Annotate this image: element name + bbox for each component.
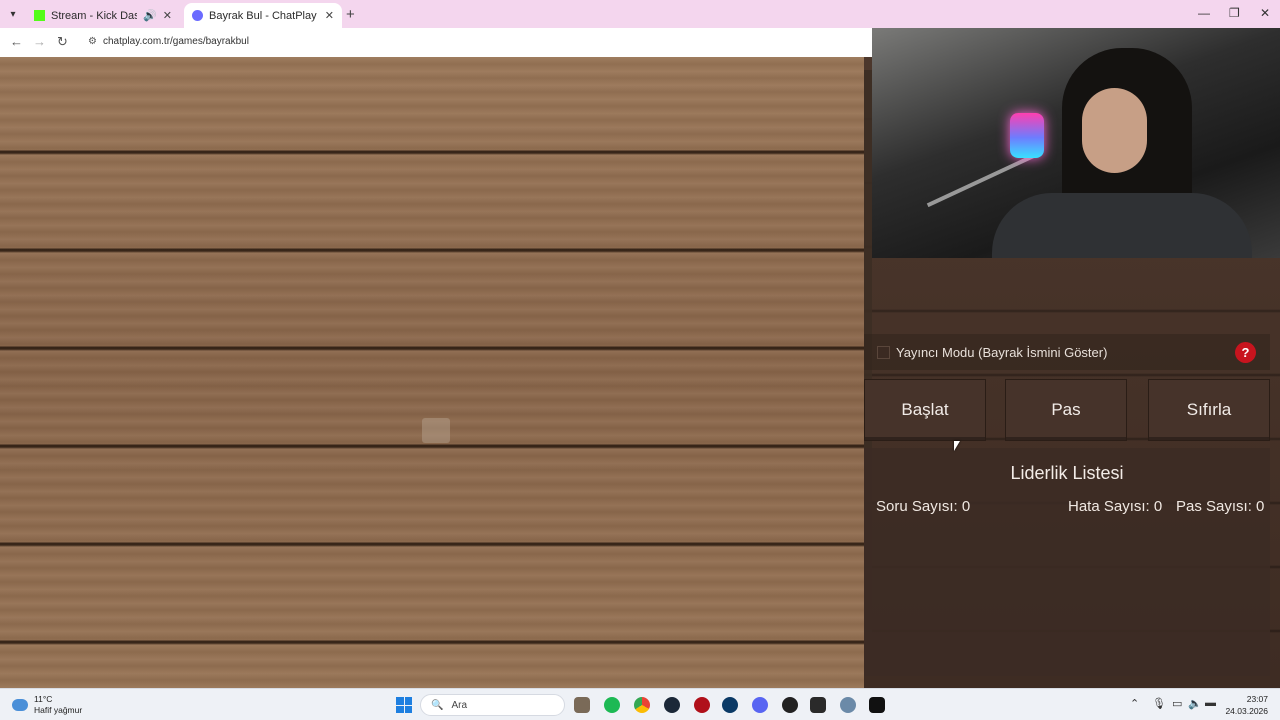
forward-icon[interactable]: → [33,34,46,49]
streamer-mode-checkbox[interactable] [877,345,890,359]
tab-bayrak-bul[interactable]: Bayrak Bul - ChatPlay ✕ [184,3,342,28]
weather-widget[interactable]: 11°C Hafif yağmur [12,694,82,716]
start-button[interactable]: Başlat [864,379,986,441]
game-area [0,57,872,688]
settings-icon[interactable] [840,697,856,713]
cloud-rain-icon [12,699,28,711]
network-icon[interactable]: ▭ [1172,697,1182,710]
windows-start-icon[interactable] [396,697,412,713]
new-tab-icon[interactable]: + [346,6,355,23]
tray-chevron-icon[interactable]: ⌃ [1130,697,1139,710]
app-c-icon[interactable] [722,697,738,713]
url-text: chatplay.com.tr/games/bayrakbul [102,36,249,47]
pass-button[interactable]: Pas [1005,379,1127,441]
speaker-icon[interactable]: 🔊 [143,9,157,22]
taskbar: 11°C Hafif yağmur 🔍 Ara ⌃ 🎙 ▭ 🔈 ▬ 23:07 … [0,688,1280,720]
tab-kick-dashboard[interactable]: Stream - Kick Dashboard 🔊 ✕ [26,3,180,28]
browser-tab-strip: ▾ Stream - Kick Dashboard 🔊 ✕ Bayrak Bul… [0,0,1280,28]
tab-search-chevron-icon[interactable]: ▾ [4,5,22,23]
minimize-icon[interactable]: — [1198,6,1210,20]
tab-title: Stream - Kick Dashboard [51,9,138,22]
spotify-icon[interactable] [604,697,620,713]
mic-arm [926,152,1038,208]
browser-toolbar: ← → ↻ ⚙ chatplay.com.tr/games/bayrakbul [0,28,872,57]
taskbar-search[interactable]: 🔍 Ara [420,694,565,716]
streamer-face [1082,88,1147,173]
close-tab-icon[interactable]: ✕ [325,9,334,22]
app-terminal-icon[interactable] [869,697,885,713]
webcam-overlay [872,28,1280,258]
error-count: Hata Sayısı: 0 [1068,498,1163,515]
file-explorer-icon[interactable] [574,697,590,713]
mic-tray-icon[interactable]: 🎙 [1152,697,1166,710]
clock[interactable]: 23:07 24.03.2026 [1225,693,1268,717]
chatplay-favicon-icon [192,10,203,21]
kick-favicon-icon [34,10,45,21]
help-button[interactable]: ? [1235,342,1256,363]
site-settings-icon[interactable]: ⚙ [88,36,97,47]
streamer-mode-label: Yayıncı Modu (Bayrak İsmini Göster) [896,344,1108,360]
weather-desc: Hafif yağmur [34,705,83,715]
streamer-body [992,193,1252,258]
reset-button[interactable]: Sıfırla [1148,379,1270,441]
close-tab-icon[interactable]: ✕ [163,9,172,22]
reload-icon[interactable]: ↻ [57,34,68,50]
epic-games-icon[interactable] [810,697,826,713]
address-bar[interactable]: ⚙ chatplay.com.tr/games/bayrakbul [88,36,249,47]
flag-placeholder [422,418,450,443]
pass-count: Pas Sayısı: 0 [1176,498,1265,515]
tab-title: Bayrak Bul - ChatPlay [209,9,317,22]
steam-icon[interactable] [664,697,680,713]
clock-date: 24.03.2026 [1225,706,1268,716]
clock-time: 23:07 [1246,694,1268,704]
discord-icon[interactable] [752,697,768,713]
search-placeholder: Ara [451,699,468,711]
close-window-icon[interactable]: ✕ [1260,6,1270,20]
leaderboard-title: Liderlik Listesi [1010,463,1124,483]
microphone [1010,113,1044,158]
search-icon: 🔍 [431,699,444,711]
volume-icon[interactable]: 🔈 [1188,697,1202,710]
mouse-cursor-icon [954,441,960,451]
chrome-icon[interactable] [634,697,650,713]
back-icon[interactable]: ← [10,34,23,49]
app-dark-icon[interactable] [782,697,798,713]
question-count: Soru Sayısı: 0 [876,498,971,515]
streamer-mode-row: Yayıncı Modu (Bayrak İsmini Göster) ? [864,334,1270,370]
leaderboard: Liderlik Listesi Soru Sayısı: 0 Hata Say… [864,448,1270,676]
weather-temp: 11°C [34,694,53,704]
app-red-icon[interactable] [694,697,710,713]
restore-icon[interactable]: ❐ [1229,6,1240,20]
battery-icon[interactable]: ▬ [1205,697,1216,709]
